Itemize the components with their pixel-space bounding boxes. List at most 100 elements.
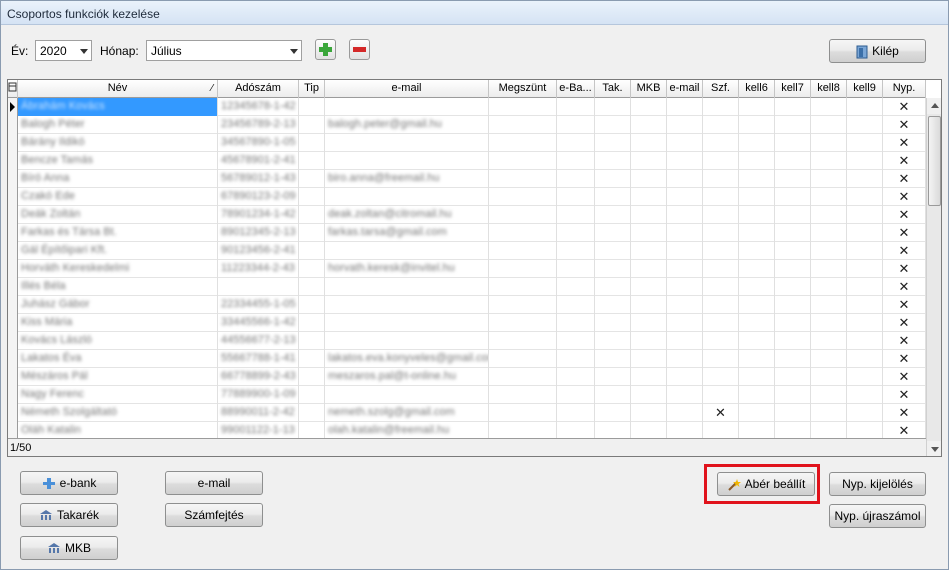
vertical-scrollbar[interactable] — [926, 98, 941, 456]
cell-flag[interactable] — [667, 206, 703, 224]
cell-flag[interactable] — [847, 314, 883, 332]
cell-flag[interactable] — [667, 260, 703, 278]
cell-nyp[interactable]: ✕ — [883, 314, 926, 332]
cell-flag[interactable] — [775, 170, 811, 188]
cell-szf[interactable] — [703, 368, 739, 386]
cell-flag[interactable] — [489, 98, 557, 116]
remove-button[interactable] — [349, 39, 370, 60]
cell-flag[interactable] — [667, 152, 703, 170]
cell-flag[interactable] — [667, 386, 703, 404]
column-chooser-icon[interactable] — [8, 80, 18, 98]
cell-flag[interactable] — [775, 368, 811, 386]
cell-flag[interactable] — [667, 116, 703, 134]
cell-szf[interactable] — [703, 242, 739, 260]
scroll-up-button[interactable] — [927, 98, 941, 114]
cell-flag[interactable] — [631, 134, 667, 152]
row-indicator[interactable] — [8, 188, 18, 206]
cell-szf[interactable]: ✕ — [703, 404, 739, 422]
cell-flag[interactable] — [667, 170, 703, 188]
column-header[interactable]: Szf. — [703, 80, 739, 98]
cell-flag[interactable] — [775, 296, 811, 314]
cell-nyp[interactable]: ✕ — [883, 152, 926, 170]
cell-szf[interactable] — [703, 350, 739, 368]
cell-flag[interactable] — [847, 404, 883, 422]
table-row[interactable]: Gál Építőipari Kft. 90123456-2-41 ✕ — [8, 242, 926, 260]
row-indicator[interactable] — [8, 260, 18, 278]
cell-flag[interactable] — [811, 386, 847, 404]
cell-szf[interactable] — [703, 422, 739, 438]
cell-flag[interactable] — [667, 278, 703, 296]
cell-flag[interactable] — [775, 242, 811, 260]
cell-nyp[interactable]: ✕ — [883, 404, 926, 422]
cell-flag[interactable] — [489, 188, 557, 206]
cell-flag[interactable] — [811, 242, 847, 260]
cell-flag[interactable] — [631, 98, 667, 116]
cell-flag[interactable] — [775, 386, 811, 404]
cell-szf[interactable] — [703, 332, 739, 350]
cell-flag[interactable] — [489, 278, 557, 296]
cell-flag[interactable] — [631, 260, 667, 278]
cell-flag[interactable] — [847, 152, 883, 170]
nyp-kijeloles-button[interactable]: Nyp. kijelölés — [829, 472, 926, 496]
cell-flag[interactable] — [739, 422, 775, 438]
row-indicator[interactable] — [8, 170, 18, 188]
cell-flag[interactable] — [775, 98, 811, 116]
row-indicator[interactable] — [8, 332, 18, 350]
cell-flag[interactable] — [847, 242, 883, 260]
column-header[interactable]: e-mail — [325, 80, 489, 98]
cell-flag[interactable] — [557, 350, 595, 368]
cell-flag[interactable] — [595, 116, 631, 134]
cell-flag[interactable] — [489, 206, 557, 224]
cell-flag[interactable] — [847, 170, 883, 188]
cell-flag[interactable] — [595, 134, 631, 152]
cell-flag[interactable] — [631, 422, 667, 438]
cell-nyp[interactable]: ✕ — [883, 134, 926, 152]
column-header[interactable]: Nyp. — [883, 80, 926, 98]
cell-flag[interactable] — [631, 188, 667, 206]
mkb-button[interactable]: MKB — [20, 536, 118, 560]
cell-nyp[interactable]: ✕ — [883, 242, 926, 260]
row-indicator[interactable] — [8, 422, 18, 438]
table-row[interactable]: Németh Szolgáltató 88990011-2-42 nemeth.sz… — [8, 404, 926, 422]
cell-flag[interactable] — [775, 134, 811, 152]
cell-flag[interactable] — [557, 188, 595, 206]
cell-szf[interactable] — [703, 188, 739, 206]
cell-flag[interactable] — [595, 296, 631, 314]
table-row[interactable]: Bencze Tamás 45678901-2-41 ✕ — [8, 152, 926, 170]
cell-flag[interactable] — [739, 170, 775, 188]
cell-flag[interactable] — [557, 116, 595, 134]
column-header[interactable]: Név ⁄ — [18, 80, 218, 98]
cell-szf[interactable] — [703, 296, 739, 314]
cell-flag[interactable] — [847, 386, 883, 404]
row-indicator[interactable] — [8, 278, 18, 296]
cell-flag[interactable] — [739, 206, 775, 224]
cell-nyp[interactable]: ✕ — [883, 260, 926, 278]
cell-flag[interactable] — [847, 206, 883, 224]
cell-flag[interactable] — [847, 350, 883, 368]
cell-flag[interactable] — [595, 98, 631, 116]
cell-flag[interactable] — [595, 188, 631, 206]
table-row[interactable]: Balogh Péter 23456789-2-13 balogh.peter@gm… — [8, 116, 926, 134]
cell-flag[interactable] — [489, 242, 557, 260]
cell-flag[interactable] — [631, 368, 667, 386]
cell-flag[interactable] — [595, 422, 631, 438]
szamfejtes-button[interactable]: Számfejtés — [165, 503, 263, 527]
cell-flag[interactable] — [811, 278, 847, 296]
scroll-down-button[interactable] — [927, 441, 941, 456]
cell-flag[interactable] — [631, 116, 667, 134]
column-header[interactable]: kell7 — [775, 80, 811, 98]
cell-nyp[interactable]: ✕ — [883, 116, 926, 134]
cell-nyp[interactable]: ✕ — [883, 296, 926, 314]
cell-flag[interactable] — [811, 368, 847, 386]
cell-szf[interactable] — [703, 134, 739, 152]
cell-flag[interactable] — [595, 260, 631, 278]
cell-szf[interactable] — [703, 224, 739, 242]
table-row[interactable]: Oláh Katalin 99001122-1-13 olah.katalin@fr… — [8, 422, 926, 438]
cell-flag[interactable] — [811, 188, 847, 206]
cell-flag[interactable] — [595, 224, 631, 242]
cell-flag[interactable] — [489, 350, 557, 368]
cell-szf[interactable] — [703, 206, 739, 224]
table-row[interactable]: Deák Zoltán 78901234-1-42 deak.zoltan@citr… — [8, 206, 926, 224]
table-row[interactable]: Bárány Ildikó 34567890-1-05 ✕ — [8, 134, 926, 152]
cell-flag[interactable] — [667, 368, 703, 386]
